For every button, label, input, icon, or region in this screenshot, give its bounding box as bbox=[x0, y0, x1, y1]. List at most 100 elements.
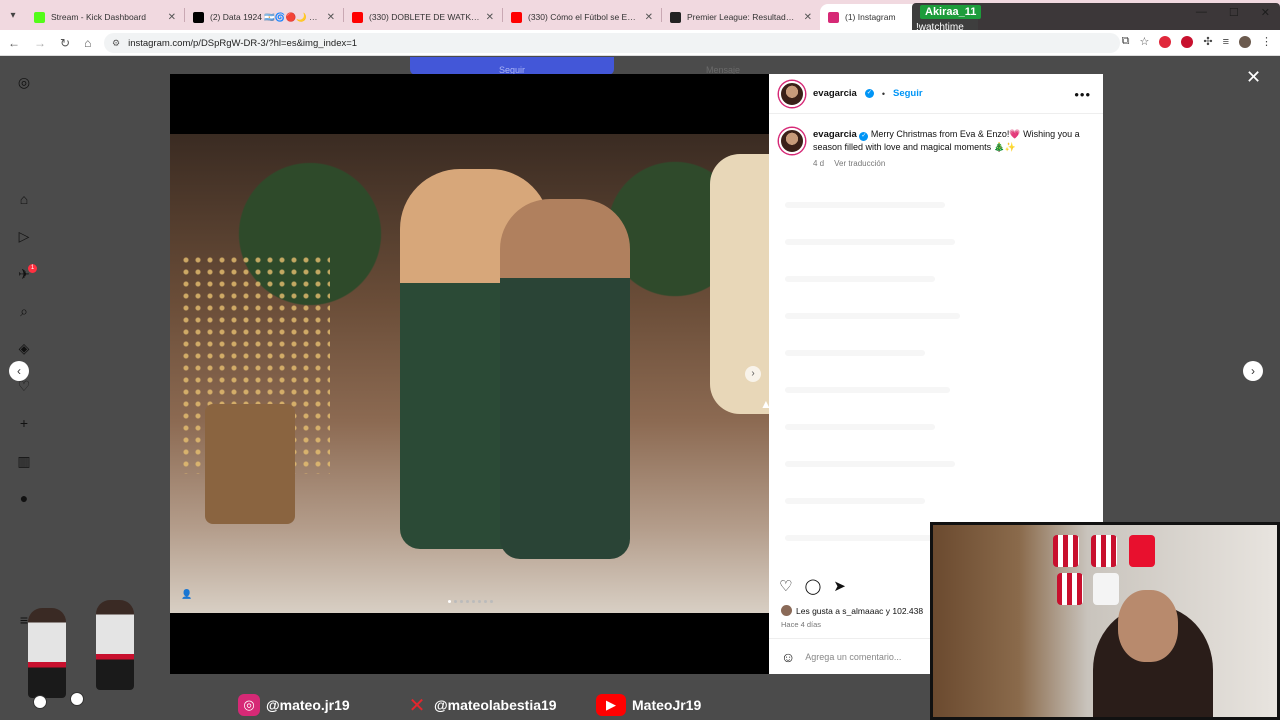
url-text: instagram.com/p/DSpRgW-DR-3/?hl=es&img_i… bbox=[128, 37, 358, 49]
caption-meta: 4 d Ver traducción bbox=[813, 159, 1085, 168]
post-username[interactable]: evagarcia bbox=[813, 88, 857, 99]
premier-league-icon bbox=[670, 11, 681, 23]
instagram-icon bbox=[828, 11, 839, 23]
child-figure bbox=[500, 199, 630, 559]
more-options-icon[interactable]: ••• bbox=[1074, 87, 1091, 102]
emoji-icon[interactable]: ☺ bbox=[781, 649, 795, 665]
youtube-handle: ▶ MateoJr19 bbox=[596, 694, 701, 716]
extension-icon[interactable] bbox=[1181, 35, 1194, 48]
likes-text: Les gusta a s_almaaac y 102.438 bbox=[796, 605, 924, 616]
close-modal-icon[interactable]: ✕ bbox=[1246, 67, 1261, 88]
x-handle: ✕ @mateolabestia19 bbox=[406, 694, 557, 717]
mouse-cursor-icon: ▲ bbox=[760, 397, 772, 411]
home-icon[interactable]: ⌂ bbox=[84, 36, 91, 50]
next-image-icon[interactable]: › bbox=[745, 366, 761, 382]
install-app-icon[interactable]: ⧉ bbox=[1122, 35, 1130, 48]
browser-tab[interactable]: (330) Cómo el Fútbol se Está Al ✕ bbox=[503, 4, 661, 30]
jersey-decoration bbox=[1091, 535, 1117, 567]
webcam-overlay bbox=[930, 522, 1280, 720]
follow-button[interactable]: Seguir bbox=[893, 88, 923, 99]
loading-placeholder bbox=[785, 424, 935, 430]
share-icon[interactable]: ➤ bbox=[833, 577, 846, 595]
carousel-indicator bbox=[448, 600, 493, 603]
background-follow-button: Seguir bbox=[410, 57, 614, 75]
post-header: evagarcia ✓ • Seguir ••• bbox=[769, 74, 1103, 114]
post-photo[interactable]: 👤 › bbox=[170, 134, 769, 613]
separator: • bbox=[881, 88, 885, 99]
x-icon: ✕ bbox=[408, 694, 426, 717]
close-tab-icon[interactable]: ✕ bbox=[168, 12, 176, 23]
post-age: 4 d bbox=[813, 159, 825, 168]
post-actions: ♡ ◯ ➤ bbox=[779, 577, 846, 595]
instagram-icon[interactable]: ◎ bbox=[16, 74, 32, 90]
stump-decoration bbox=[205, 404, 295, 524]
dashboard-icon[interactable]: ▥ bbox=[16, 453, 32, 469]
youtube-icon bbox=[511, 11, 522, 23]
avatar bbox=[781, 605, 792, 616]
browser-toolbar-icons: ⧉ ☆ ✣ ≡ ⋮ bbox=[1122, 35, 1272, 48]
close-tab-icon[interactable]: ✕ bbox=[486, 12, 494, 23]
notification-badge: 1 bbox=[28, 264, 37, 273]
chrome-menu-icon[interactable]: ⋮ bbox=[1261, 35, 1272, 48]
loading-placeholder bbox=[785, 387, 950, 393]
heart-icon[interactable]: ♡ bbox=[779, 577, 792, 595]
comment-input[interactable]: Agrega un comentario... bbox=[805, 652, 901, 662]
instagram-icon: ◎ bbox=[238, 694, 260, 716]
loading-placeholder bbox=[785, 461, 955, 467]
streamer-face bbox=[1118, 590, 1178, 662]
jersey-decoration bbox=[1053, 535, 1079, 567]
comment-icon[interactable]: ◯ bbox=[804, 577, 821, 595]
extensions-icon[interactable]: ✣ bbox=[1203, 35, 1212, 48]
avatar[interactable] bbox=[779, 80, 805, 107]
create-icon[interactable]: + bbox=[16, 415, 32, 431]
close-tab-icon[interactable]: ✕ bbox=[804, 12, 812, 23]
reload-icon[interactable]: ↻ bbox=[60, 36, 70, 50]
x-icon bbox=[193, 11, 204, 23]
browser-tab[interactable]: (330) DOBLETE DE WATKINS, R✕ bbox=[344, 4, 502, 30]
kick-icon bbox=[34, 11, 45, 23]
youtube-icon: ▶ bbox=[596, 694, 626, 716]
caption-username[interactable]: evagarcia bbox=[813, 129, 857, 140]
tab-search-icon[interactable]: ▾ bbox=[0, 0, 26, 30]
loading-placeholder bbox=[785, 313, 960, 319]
close-tab-icon[interactable]: ✕ bbox=[645, 12, 653, 23]
forward-icon[interactable]: → bbox=[34, 36, 46, 50]
jersey-decoration bbox=[1057, 573, 1083, 605]
browser-tab[interactable]: Premier League: Resultados en ✕ bbox=[662, 4, 820, 30]
browser-tab[interactable]: (2) Data 1924 🇦🇷🌀🔴🌙 en X ✕ bbox=[185, 4, 343, 30]
jersey-decoration bbox=[1093, 573, 1119, 605]
caption-body: evagarcia ✓ Merry Christmas from Eva & E… bbox=[813, 128, 1085, 153]
address-bar: ← → ↻ ⌂ ⚙ instagram.com/p/DSpRgW-DR-3/?h… bbox=[0, 30, 1280, 56]
tagged-users-icon[interactable]: 👤 bbox=[181, 589, 192, 599]
previous-post-icon[interactable]: ‹ bbox=[9, 361, 29, 381]
loading-placeholder bbox=[785, 276, 935, 282]
loading-placeholder bbox=[785, 498, 925, 504]
site-info-icon[interactable]: ⚙ bbox=[112, 38, 120, 49]
search-icon[interactable]: ⌕ bbox=[16, 303, 32, 319]
chat-username: Akiraa_11 bbox=[920, 5, 982, 19]
verified-icon: ✓ bbox=[859, 132, 869, 141]
likes-summary[interactable]: Les gusta a s_almaaac y 102.438 bbox=[781, 605, 923, 616]
profile-icon[interactable]: ● bbox=[16, 490, 32, 506]
post-caption: evagarcia ✓ Merry Christmas from Eva & E… bbox=[779, 128, 1095, 168]
instagram-handle: ◎ @mateo.jr19 bbox=[238, 694, 350, 716]
close-tab-icon[interactable]: ✕ bbox=[327, 12, 335, 23]
post-timestamp: Hace 4 días bbox=[781, 620, 822, 629]
media-icon[interactable]: ≡ bbox=[1223, 36, 1229, 48]
loading-placeholder bbox=[785, 202, 945, 208]
browser-tab[interactable]: Stream - Kick Dashboard ✕ bbox=[26, 4, 184, 30]
explore-icon[interactable]: ◈ bbox=[16, 340, 32, 356]
url-field[interactable]: ⚙ instagram.com/p/DSpRgW-DR-3/?hl=es&img… bbox=[104, 33, 1120, 53]
home-icon[interactable]: ⌂ bbox=[16, 191, 32, 207]
youtube-icon bbox=[352, 11, 363, 23]
avatar[interactable] bbox=[779, 128, 805, 154]
extension-icon[interactable] bbox=[1159, 35, 1172, 48]
bookmark-icon[interactable]: ☆ bbox=[1139, 35, 1149, 48]
stream-social-bar: ◎ @mateo.jr19 ✕ @mateolabestia19 ▶ Mateo… bbox=[0, 690, 930, 720]
back-icon[interactable]: ← bbox=[8, 36, 20, 50]
next-post-icon[interactable]: › bbox=[1243, 361, 1263, 381]
reels-icon[interactable]: ▷ bbox=[16, 228, 32, 244]
translate-link[interactable]: Ver traducción bbox=[834, 159, 885, 168]
avatar[interactable] bbox=[1239, 35, 1251, 48]
loading-placeholder bbox=[785, 350, 925, 356]
